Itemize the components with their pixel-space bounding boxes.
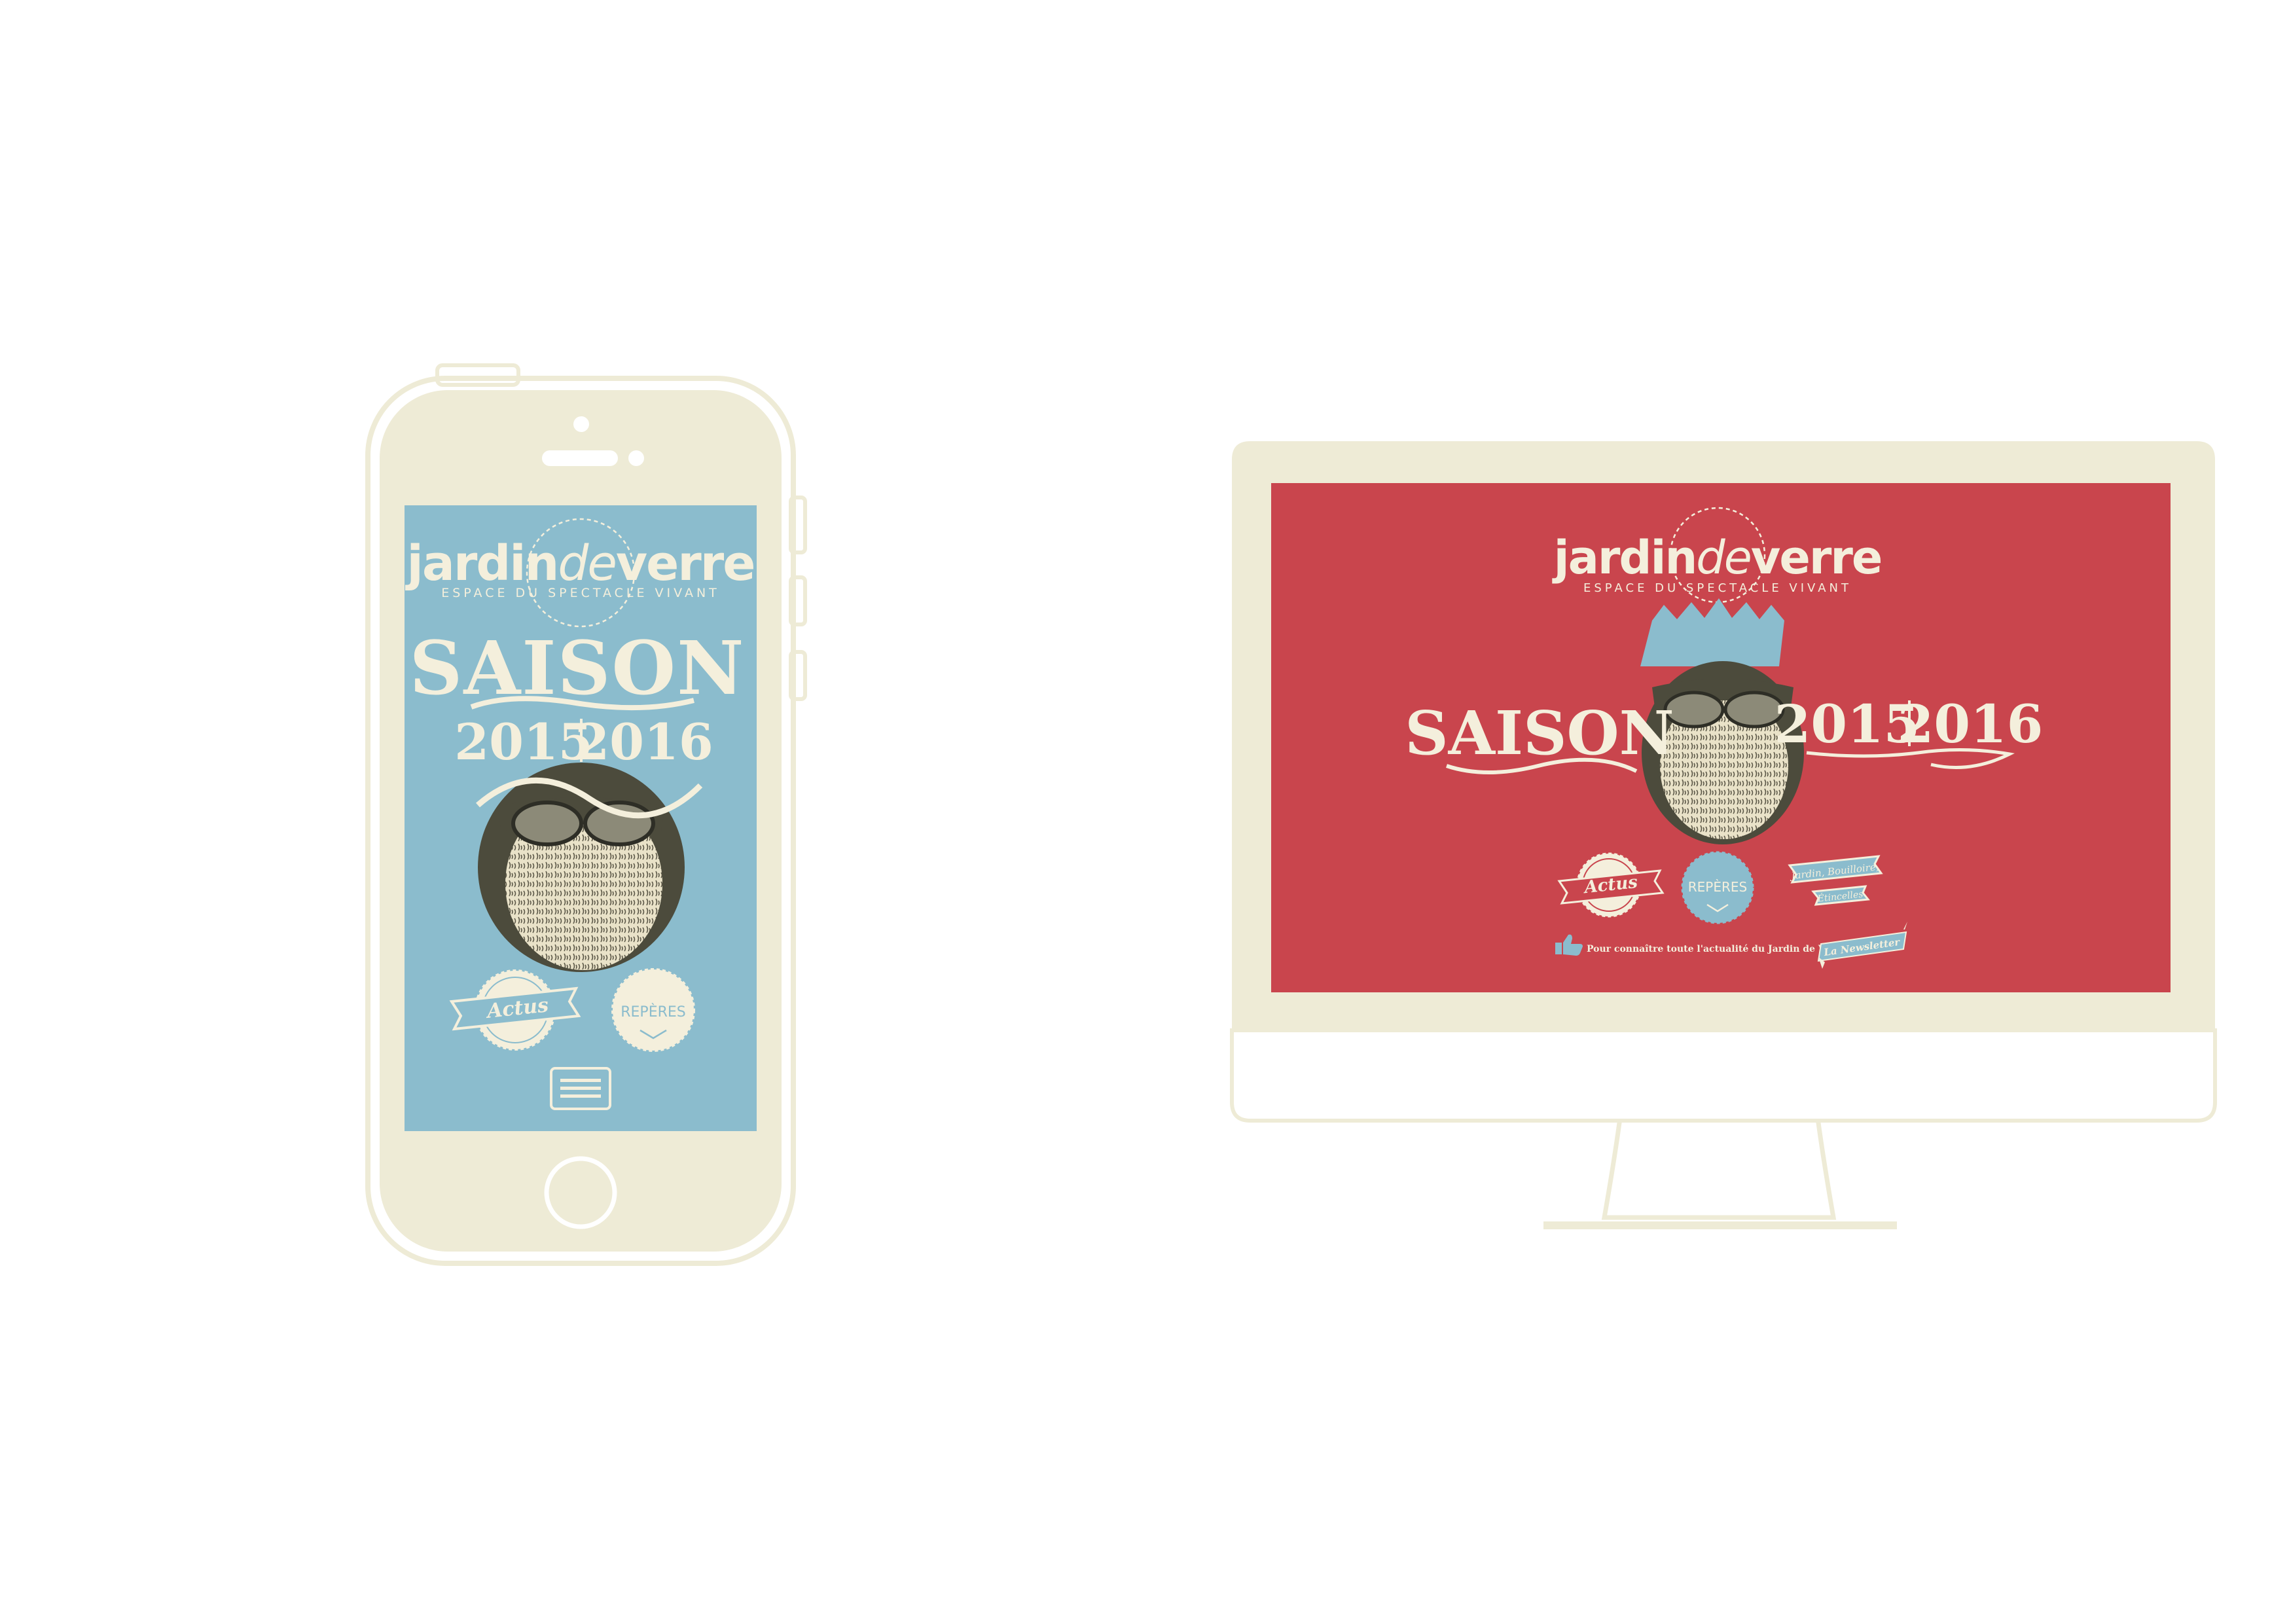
monitor-stand-neck [1601, 1117, 1837, 1220]
mobile-year-start: 2015 [454, 713, 593, 771]
svg-text:jardindeverre: jardindeverre [405, 535, 755, 592]
mobile-reperes-button[interactable]: REPÈRES [611, 968, 695, 1052]
phone-power-button [435, 363, 520, 387]
monitor-chin [1230, 1028, 2217, 1123]
desktop-screen: jardindeverre ESPACE DU SPECTACLE VIVANT… [1271, 483, 2171, 992]
desktop-monitor-device: jardindeverre ESPACE DU SPECTACLE VIVANT… [1230, 441, 2217, 1229]
mobile-screen: jardindeverre ESPACE DU SPECTACLE VIVANT… [405, 505, 757, 1131]
desktop-reperes-button[interactable]: REPÈRES [1681, 851, 1754, 924]
desktop-logo-tagline: ESPACE DU SPECTACLE VIVANT [1583, 581, 1852, 595]
desktop-reperes-label: REPÈRES [1688, 879, 1747, 895]
mobile-saison-title: SAISON [410, 626, 746, 712]
desktop-newsletter-text: Pour connaître toute l'actualité du Jard… [1587, 944, 1852, 954]
desktop-year-end: 2016 [1898, 693, 2044, 755]
desktop-saison-title: SAISON [1405, 698, 1674, 768]
svg-text:jardindeverre: jardindeverre [1552, 531, 1882, 585]
desktop-logo-word-jardin: jardin [1552, 531, 1697, 585]
monitor-stand-base [1543, 1221, 1897, 1229]
logo-word-de: de [558, 535, 616, 592]
logo-tagline: ESPACE DU SPECTACLE VIVANT [441, 586, 720, 600]
logo-word-verre: verre [616, 535, 755, 592]
logo-word-jardin: jardin [405, 535, 558, 592]
smartphone-device: jardindeverre ESPACE DU SPECTACLE VIVANT… [365, 363, 807, 1266]
phone-sensor [628, 450, 644, 466]
desktop-logo-word-verre: verre [1751, 531, 1882, 585]
phone-camera-icon [573, 416, 589, 432]
phone-speaker [542, 450, 618, 466]
mobile-year-end: 2016 [575, 713, 713, 771]
mobile-reperes-label: REPÈRES [621, 1003, 686, 1020]
desktop-logo-word-de: de [1696, 531, 1751, 585]
mockup-stage: jardindeverre ESPACE DU SPECTACLE VIVANT… [365, 363, 2217, 1266]
